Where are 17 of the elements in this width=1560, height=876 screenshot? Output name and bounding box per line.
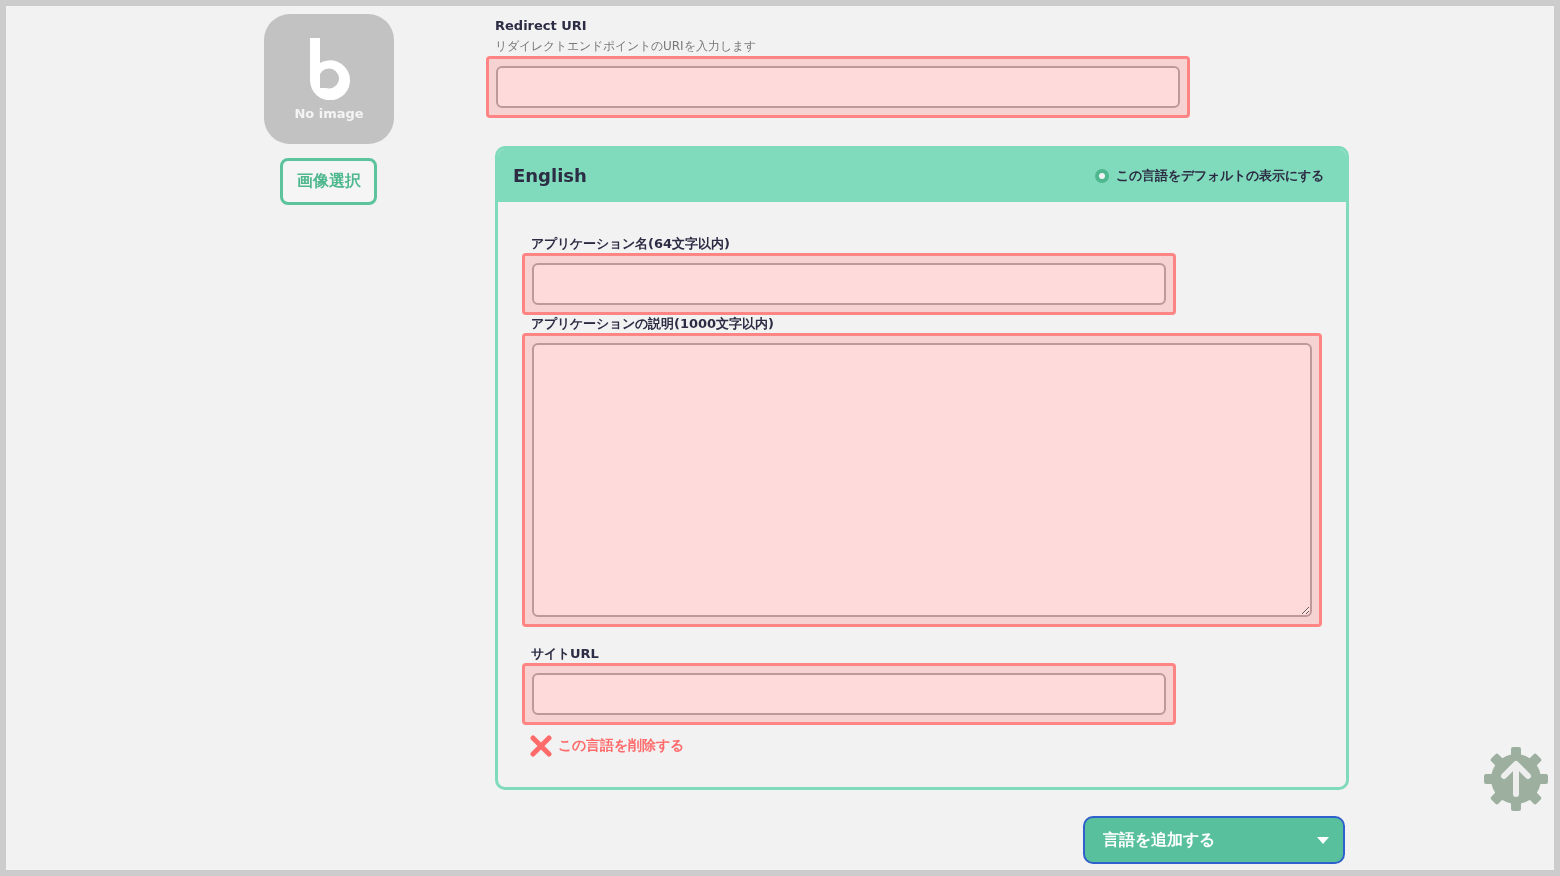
text-field[interactable] — [532, 263, 1166, 305]
text-field[interactable] — [532, 673, 1166, 715]
language-title: English — [513, 165, 587, 186]
field-label: サイトURL — [531, 645, 600, 663]
redirect-uri-field[interactable] — [496, 66, 1180, 108]
caret-icon — [1317, 836, 1329, 844]
field-hint: リダイレクトエンドポイントのURIを入力します — [495, 38, 757, 55]
field-label: アプリケーション名(64文字以内) — [531, 235, 731, 253]
select-image-button[interactable]: 画像選択 — [280, 158, 377, 205]
delete-language-link[interactable]: この言語を削除する — [530, 735, 684, 757]
text-area[interactable] — [532, 343, 1312, 617]
cross-icon — [530, 735, 552, 757]
field-label: Redirect URI — [495, 18, 588, 33]
add-language-button[interactable]: 言語を追加する — [1083, 816, 1345, 864]
scroll-to-top-button[interactable] — [1482, 746, 1550, 814]
default-language-radio[interactable]: この言語をデフォルトの表示にする — [1095, 166, 1324, 185]
field-label: アプリケーションの説明(1000文字以内) — [531, 315, 776, 333]
